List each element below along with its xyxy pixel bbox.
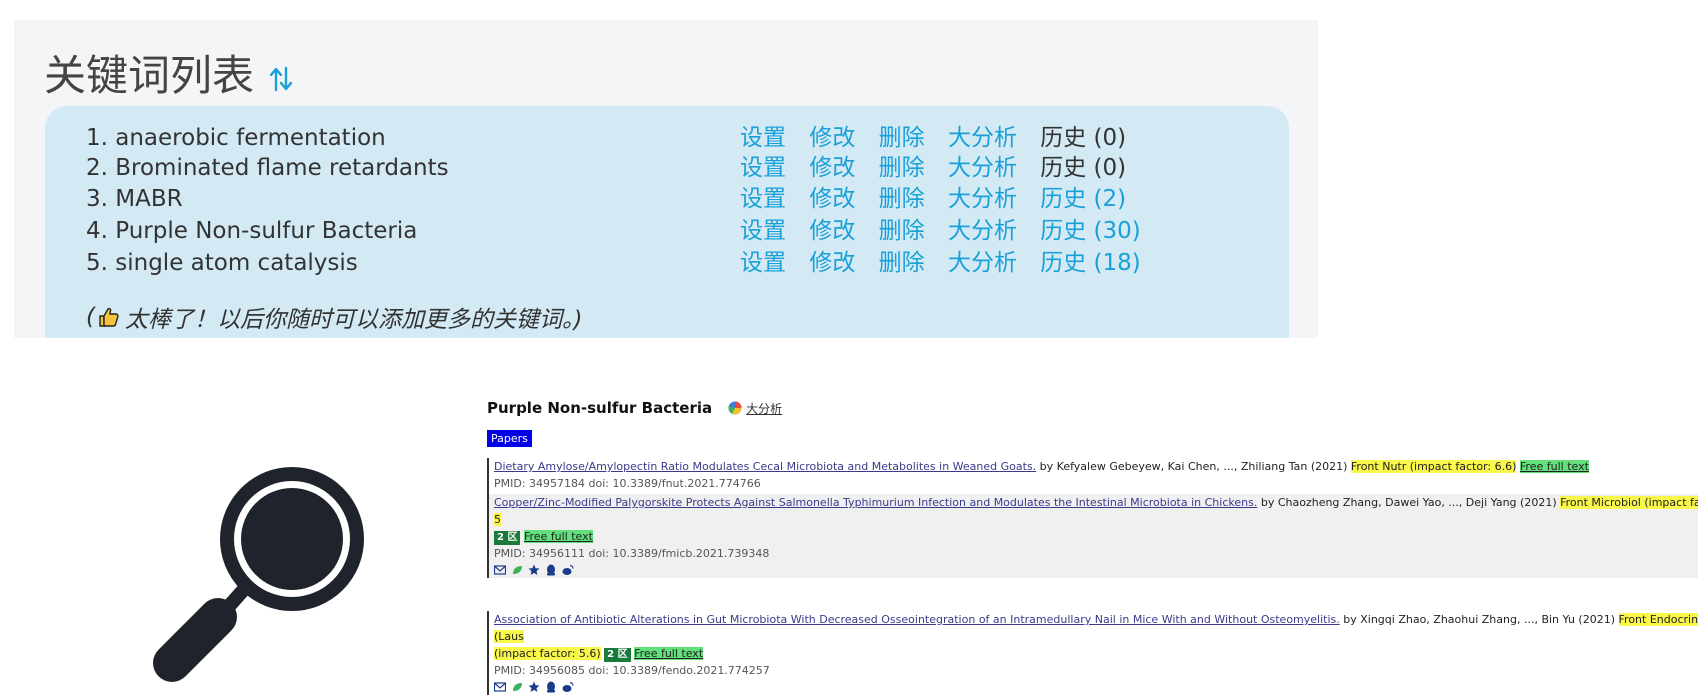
paper-item: Copper/Zinc-Modified Palygorskite Protec… <box>487 494 1698 578</box>
encouragement-note: ( 太棒了！以后你随时可以添加更多的关键词。) <box>86 300 582 334</box>
sort-arrows-icon[interactable] <box>268 64 294 94</box>
paper-badge-line: (impact factor: 5.6) 2 区 Free full text <box>494 645 1698 662</box>
page-title: 关键词列表 <box>44 51 255 100</box>
qq-icon[interactable] <box>545 681 557 693</box>
share-icons <box>494 562 1698 578</box>
delete-link[interactable]: 删除 <box>879 250 925 276</box>
analyze-link[interactable]: 大分析 <box>948 218 1017 244</box>
keyword-label: 4. Purple Non-sulfur Bacteria <box>86 218 418 244</box>
paper-citation-line: Copper/Zinc-Modified Palygorskite Protec… <box>494 494 1698 528</box>
delete-link[interactable]: 删除 <box>879 218 925 244</box>
star-icon[interactable] <box>528 681 540 693</box>
email-icon[interactable] <box>494 564 506 576</box>
keyword-label: 2. Brominated flame retardants <box>86 155 449 181</box>
weibo-icon[interactable] <box>562 681 574 693</box>
paper-citation-line: Association of Antibiotic Alterations in… <box>494 611 1698 645</box>
tab-papers[interactable]: Papers <box>487 430 532 447</box>
delete-link[interactable]: 删除 <box>879 186 925 212</box>
impact-factor-label: (impact factor: 5.6) <box>494 647 601 660</box>
edit-link[interactable]: 修改 <box>809 186 855 212</box>
keyword-list-heading: 关键词列表 <box>44 42 294 103</box>
email-icon[interactable] <box>494 681 506 693</box>
analyze-link[interactable]: 大分析 <box>948 125 1017 151</box>
delete-link[interactable]: 删除 <box>879 155 925 181</box>
history-label: 历史 (0) <box>1040 155 1127 181</box>
keyword-label: 3. MABR <box>86 186 183 212</box>
history-link[interactable]: 历史 (30) <box>1040 218 1141 244</box>
weibo-icon[interactable] <box>562 564 574 576</box>
share-icons <box>494 679 1698 695</box>
free-full-text-link[interactable]: Free full text <box>523 530 593 543</box>
keyword-label: 1. anaerobic fermentation <box>86 125 386 151</box>
paper-panel: Purple Non-sulfur Bacteria 大分析 Papers Di… <box>487 395 1698 695</box>
journal-label: Front Nutr (impact factor: 6.6) <box>1350 460 1517 473</box>
delete-link[interactable]: 删除 <box>879 125 925 151</box>
edit-link[interactable]: 修改 <box>809 155 855 181</box>
paper-authors: by Chaozheng Zhang, Dawei Yao, ..., Deji… <box>1257 496 1561 509</box>
paper-meta: PMID: 34957184 doi: 10.3389/fnut.2021.77… <box>494 477 761 490</box>
paper-meta: PMID: 34956085 doi: 10.3389/fendo.2021.7… <box>494 664 770 677</box>
free-full-text-link[interactable]: Free full text <box>1519 460 1589 473</box>
keyword-row-4: 4. Purple Non-sulfur Bacteria 设置 修改 删除 大… <box>86 216 1266 246</box>
keyword-list-box: 1. anaerobic fermentation 设置 修改 删除 大分析 历… <box>45 106 1289 338</box>
edit-link[interactable]: 修改 <box>809 250 855 276</box>
analyze-link[interactable]: 大分析 <box>948 155 1017 181</box>
journal-rank-badge: 2 区 <box>604 648 631 662</box>
analyze-label[interactable]: 大分析 <box>746 400 782 417</box>
keyword-panel: 关键词列表 1. anaerobic fermentation 设置 修改 删除… <box>14 20 1318 338</box>
paper-panel-header: Purple Non-sulfur Bacteria 大分析 <box>487 399 782 417</box>
pie-chart-icon <box>728 401 742 415</box>
paper-title-link[interactable]: Copper/Zinc-Modified Palygorskite Protec… <box>494 496 1257 509</box>
settings-link[interactable]: 设置 <box>740 125 786 151</box>
keyword-row-3: 3. MABR 设置 修改 删除 大分析 历史 (2) <box>86 184 1266 214</box>
analyze-link[interactable]: 大分析 <box>948 250 1017 276</box>
star-icon[interactable] <box>528 564 540 576</box>
edit-link[interactable]: 修改 <box>809 125 855 151</box>
paper-panel-title: Purple Non-sulfur Bacteria <box>487 399 713 417</box>
paper-badge-line: 2 区 Free full text <box>494 528 1698 545</box>
paper-title-link[interactable]: Association of Antibiotic Alterations in… <box>494 613 1340 626</box>
leaf-icon[interactable] <box>511 681 523 693</box>
thumbs-up-icon <box>99 307 119 327</box>
keyword-row-2: 2. Brominated flame retardants 设置 修改 删除 … <box>86 153 1266 183</box>
edit-link[interactable]: 修改 <box>809 218 855 244</box>
journal-rank-badge: 2 区 <box>494 531 521 545</box>
leaf-icon[interactable] <box>511 564 523 576</box>
note-paren: ( <box>86 304 95 330</box>
paper-title-link[interactable]: Dietary Amylose/Amylopectin Ratio Modula… <box>494 460 1036 473</box>
settings-link[interactable]: 设置 <box>740 186 786 212</box>
keyword-row-1: 1. anaerobic fermentation 设置 修改 删除 大分析 历… <box>86 123 1266 153</box>
history-link[interactable]: 历史 (2) <box>1040 186 1126 212</box>
history-label: 历史 (0) <box>1040 125 1127 151</box>
qq-icon[interactable] <box>545 564 557 576</box>
paper-meta: PMID: 34956111 doi: 10.3389/fmicb.2021.7… <box>494 547 770 560</box>
analyze-link[interactable]: 大分析 <box>728 400 782 417</box>
keyword-label: 5. single atom catalysis <box>86 250 358 276</box>
note-text: 太棒了！以后你随时可以添加更多的关键词。) <box>124 307 583 333</box>
settings-link[interactable]: 设置 <box>740 155 786 181</box>
paper-citation-line: Dietary Amylose/Amylopectin Ratio Modula… <box>494 458 1698 475</box>
magnifier-icon <box>153 467 364 682</box>
settings-link[interactable]: 设置 <box>740 218 786 244</box>
settings-link[interactable]: 设置 <box>740 250 786 276</box>
history-link[interactable]: 历史 (18) <box>1040 250 1141 276</box>
paper-authors: by Xingqi Zhao, Zhaohui Zhang, ..., Bin … <box>1339 613 1619 626</box>
keyword-row-5: 5. single atom catalysis 设置 修改 删除 大分析 历史… <box>86 248 1266 278</box>
paper-item: Association of Antibiotic Alterations in… <box>487 611 1698 695</box>
free-full-text-link[interactable]: Free full text <box>634 647 704 660</box>
analyze-link[interactable]: 大分析 <box>948 186 1017 212</box>
paper-authors: by Kefyalew Gebeyew, Kai Chen, ..., Zhil… <box>1036 460 1351 473</box>
